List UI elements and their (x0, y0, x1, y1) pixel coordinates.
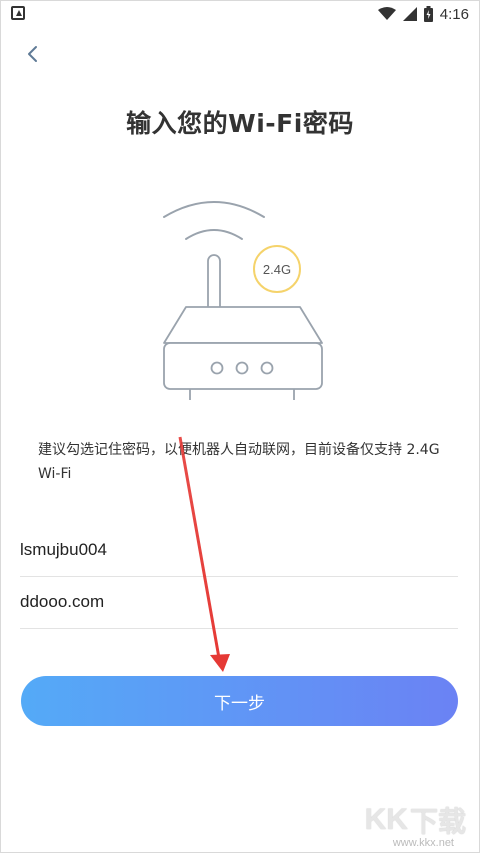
status-time: 4:16 (439, 5, 469, 23)
watermark-url: www.kkx.net (392, 837, 454, 849)
band-badge: 2.4G (253, 245, 301, 293)
status-bar: 4:16 (1, 1, 479, 27)
wifi-waves-icon (163, 201, 265, 240)
router-illustration: 2.4G (150, 195, 330, 410)
hint-text: 建议勾选记住密码，以便机器人自动联网，目前设备仅支持 2.4G Wi-Fi (38, 442, 440, 482)
battery-icon (423, 6, 433, 22)
back-button[interactable] (20, 40, 44, 68)
ssid-field[interactable]: lsmujbu004 (20, 524, 458, 577)
next-button-label: 下一步 (214, 693, 265, 714)
notification-a-icon (11, 6, 25, 20)
wifi-icon (377, 7, 396, 20)
watermark-logo: KK 下载 (365, 800, 466, 840)
signal-icon (402, 7, 417, 21)
watermark-brand-latin: KK (364, 803, 408, 836)
watermark-brand-cn: 下载 (409, 805, 466, 838)
next-button[interactable]: 下一步 (21, 676, 458, 726)
band-badge-label: 2.4G (263, 262, 291, 277)
password-value: ddooo.com (20, 592, 105, 611)
chevron-left-icon (28, 46, 37, 62)
password-field[interactable]: ddooo.com (20, 576, 458, 629)
ssid-value: lsmujbu004 (20, 540, 107, 559)
page-title: 输入您的Wi-Fi密码 (126, 109, 354, 138)
